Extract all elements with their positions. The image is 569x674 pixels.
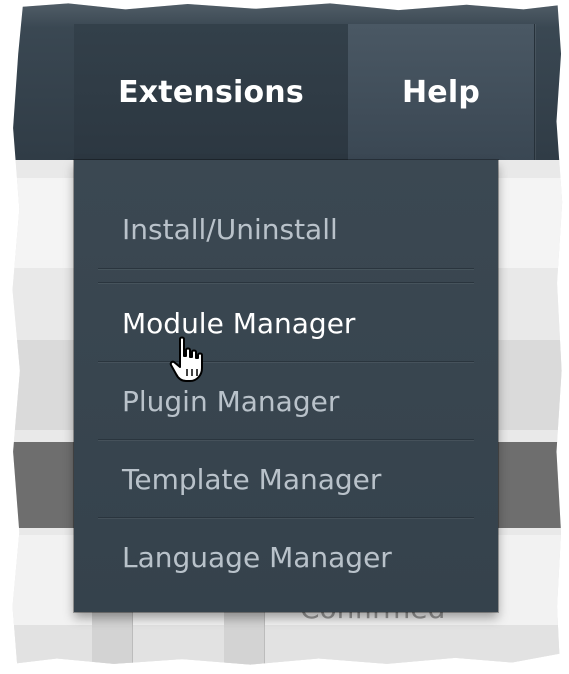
menu-item-template-manager[interactable]: Template Manager <box>122 440 474 518</box>
nav-item-extensions-label: Extensions <box>118 74 304 110</box>
extensions-dropdown-menu: Install/Uninstall Module Manager Plugin … <box>74 160 498 612</box>
nav-item-help[interactable]: Help <box>348 24 534 160</box>
nav-divider <box>534 24 535 160</box>
menu-item-install-uninstall[interactable]: Install/Uninstall <box>122 190 474 268</box>
screenshot-stage: Extensions Help Confirmed Install/Uninst… <box>0 0 569 674</box>
nav-item-help-label: Help <box>401 74 480 110</box>
menu-divider <box>98 282 474 283</box>
nav-item-extensions[interactable]: Extensions <box>74 24 348 160</box>
menu-item-language-manager[interactable]: Language Manager <box>122 518 474 596</box>
torn-paper-frame: Extensions Help Confirmed Install/Uninst… <box>12 3 563 665</box>
menu-divider <box>98 268 474 269</box>
content-row <box>12 625 563 665</box>
top-navigation-bar: Extensions Help <box>12 3 563 160</box>
hand-pointer-icon <box>169 336 203 382</box>
